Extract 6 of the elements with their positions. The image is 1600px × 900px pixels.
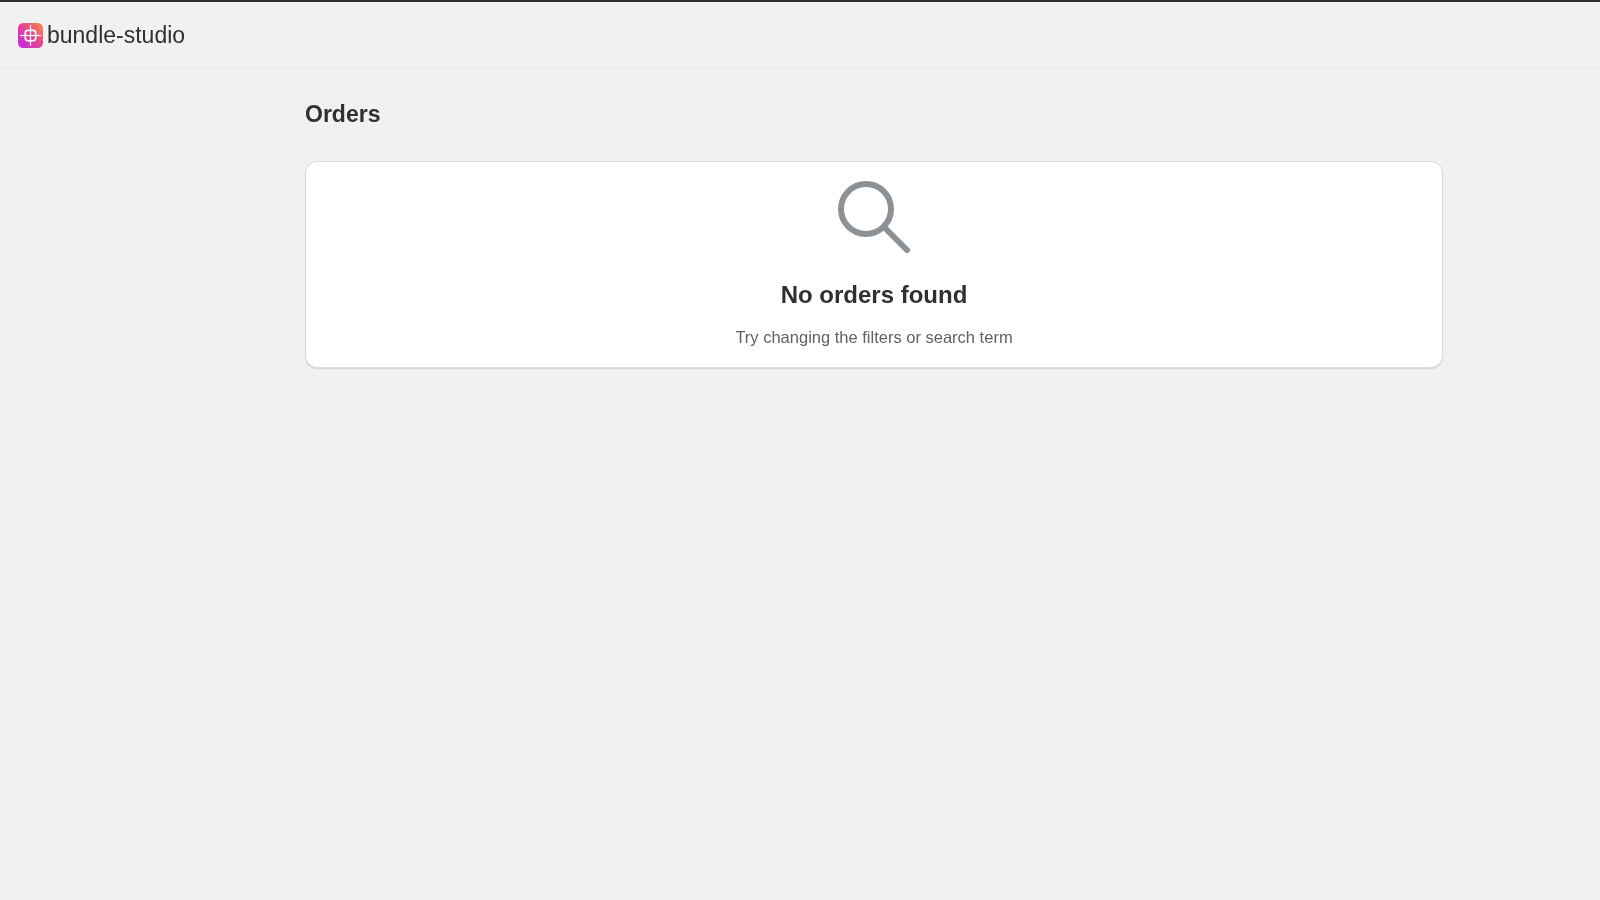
app-name: bundle-studio [47, 23, 186, 47]
page-title: Orders [305, 100, 381, 128]
empty-state-title: No orders found [780, 280, 968, 310]
app-logo-icon [18, 22, 43, 48]
search-icon [837, 180, 911, 254]
empty-state-message: Try changing the filters or search term [735, 327, 1013, 347]
